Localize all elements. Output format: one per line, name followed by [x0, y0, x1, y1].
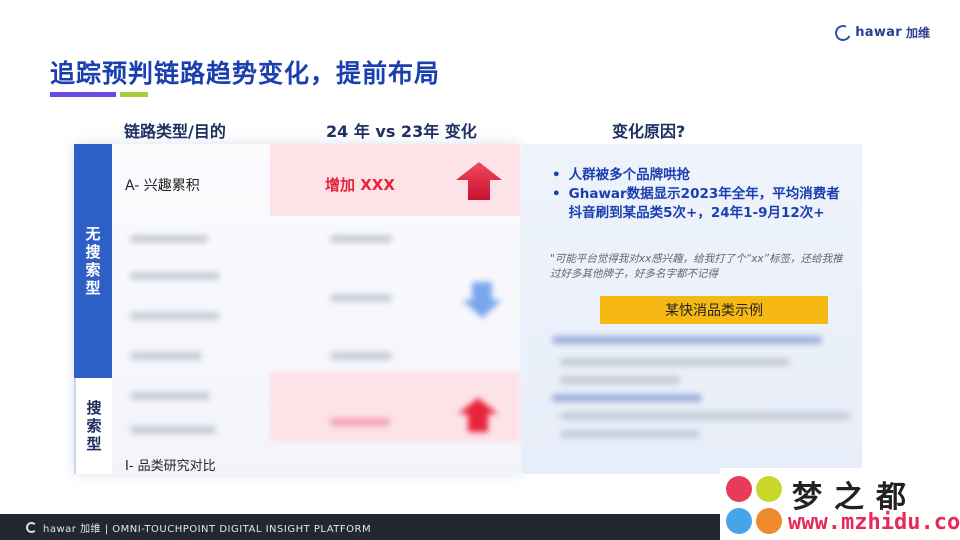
consumer-quote: "可能平台觉得我对xx感兴趣，给我打了个“xx”标签，还给我推过好多其他牌子，好…	[550, 253, 843, 280]
blurred-reason	[560, 430, 700, 438]
blurred-row	[130, 352, 202, 360]
footer-text: hawar 加维 | OMNI-TOUCHPOINT DIGITAL INSIG…	[43, 523, 372, 535]
group-search-label: 搜索型	[86, 399, 102, 453]
blurred-reason	[552, 394, 702, 402]
header-change: 24 年 vs 23年 变化	[326, 122, 477, 141]
example-label: 某快消品类示例	[600, 296, 828, 324]
arrow-up-icon	[458, 398, 498, 432]
reasons-list: • 人群被多个品牌哄抢 • Ghawar数据显示2023年全年，平均消费者抖音刷到某…	[552, 166, 852, 223]
smiley-icon	[726, 508, 752, 534]
blurred-row	[130, 312, 220, 320]
blurred-reason	[560, 412, 850, 420]
blurred-row	[330, 294, 392, 302]
logo-latin: hawar	[855, 25, 902, 40]
arrow-up-icon	[456, 162, 502, 200]
title-underline	[50, 92, 148, 97]
row-a-label: A- 兴趣累积	[125, 178, 200, 194]
page-title: 追踪预判链路趋势变化，提前布局	[50, 59, 441, 88]
watermark-url: www.mzhidu.com	[788, 510, 960, 535]
blurred-row	[130, 272, 220, 280]
blurred-row	[330, 235, 392, 243]
blurred-reason	[560, 358, 790, 366]
ghawar-logo-icon	[26, 521, 37, 533]
smiley-icon	[726, 476, 752, 502]
reason-item: • Ghawar数据显示2023年全年，平均消费者抖音刷到某品类5次+，24年1-…	[552, 186, 840, 221]
ghawar-logo-icon	[832, 22, 854, 43]
smiley-icon	[756, 508, 782, 534]
row-i-label: I- 品类研究对比	[125, 459, 216, 474]
blurred-row	[130, 392, 210, 400]
header-type: 链路类型/目的	[124, 122, 226, 141]
group-search: 搜索型	[74, 378, 112, 474]
blurred-reason	[560, 376, 680, 384]
group-no-search: 无搜索型	[74, 144, 112, 378]
logo-cn: 加维	[905, 26, 930, 40]
blurred-row	[130, 426, 216, 434]
group-no-search-label: 无搜索型	[85, 225, 101, 297]
blurred-reason	[552, 336, 822, 344]
header-reason: 变化原因?	[612, 122, 686, 141]
row-a-change: 增加 XXX	[325, 176, 395, 194]
blurred-row	[130, 235, 208, 243]
arrow-down-icon	[462, 282, 502, 318]
smiley-icon	[756, 476, 782, 502]
reason-item: • 人群被多个品牌哄抢	[552, 167, 691, 183]
blurred-row	[330, 418, 390, 426]
blurred-row	[330, 352, 392, 360]
brand-logo: hawar 加维	[832, 22, 930, 43]
